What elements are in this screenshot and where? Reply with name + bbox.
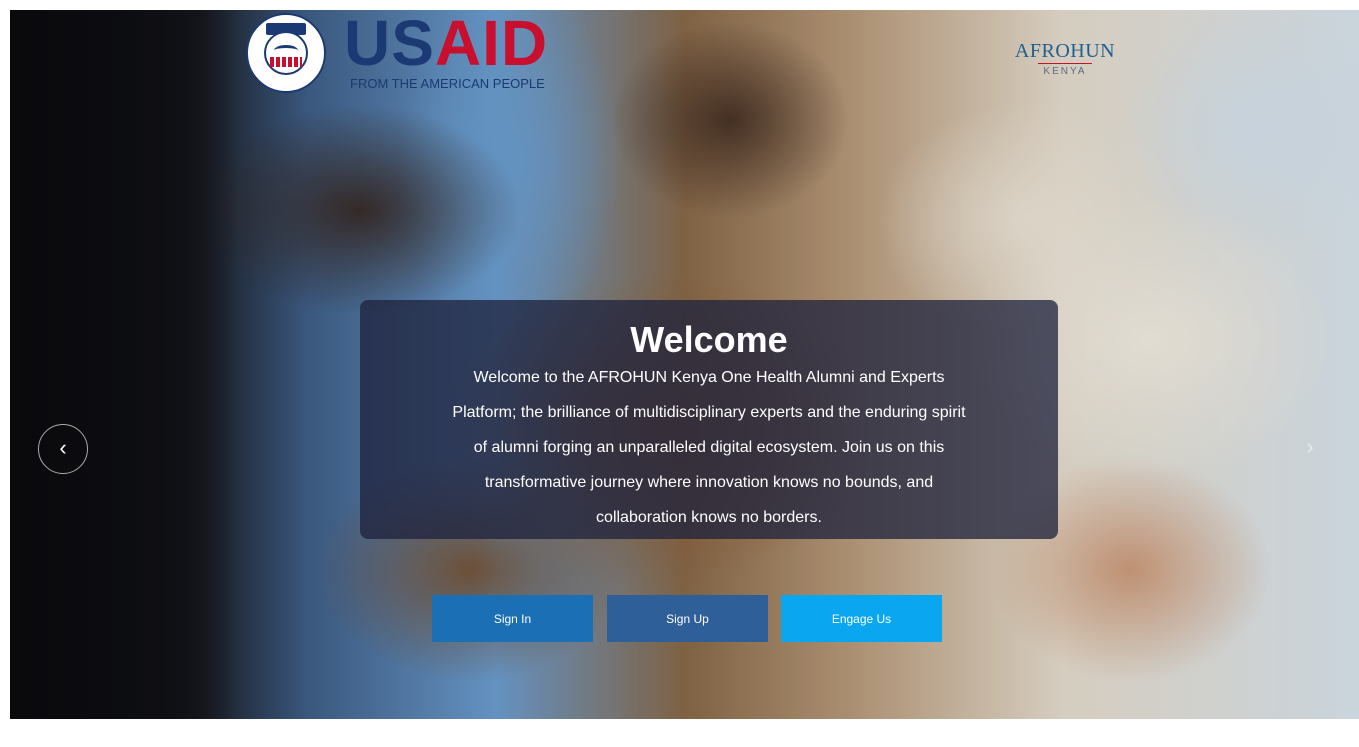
- afrohun-country: KENYA: [1043, 66, 1087, 77]
- welcome-title: Welcome: [630, 319, 788, 360]
- afrohun-logo: AFROHUN KENYA: [1010, 40, 1120, 90]
- afrohun-wordmark: AFROHUN: [1014, 40, 1116, 62]
- usaid-wordmark: USAID: [344, 10, 548, 79]
- welcome-line: transformative journey where innovation …: [484, 474, 934, 491]
- chevron-right-icon: ›: [1306, 434, 1314, 459]
- welcome-line: collaboration knows no borders.: [596, 509, 822, 526]
- afrohun-divider: [1038, 63, 1092, 64]
- usaid-seal-icon: [246, 13, 326, 93]
- hero-slide: USAID FROM THE AMERICAN PEOPLE AFROHUN K…: [10, 10, 1359, 719]
- usaid-logo: USAID FROM THE AMERICAN PEOPLE: [246, 10, 556, 97]
- usaid-wordmark-aid: AID: [434, 10, 549, 79]
- sign-up-button[interactable]: Sign Up: [607, 595, 768, 642]
- welcome-line: of alumni forging an unparalleled digita…: [473, 439, 945, 456]
- carousel-prev-button[interactable]: ‹: [38, 424, 88, 474]
- usaid-tagline: FROM THE AMERICAN PEOPLE: [350, 76, 545, 91]
- welcome-line: Welcome to the AFROHUN Kenya One Health …: [473, 369, 945, 386]
- usaid-seal-stripes: [270, 57, 302, 67]
- usaid-wordmark-us: US: [344, 10, 435, 79]
- sign-in-button[interactable]: Sign In: [432, 595, 593, 642]
- handshake-icon: [274, 45, 298, 56]
- carousel-next-button[interactable]: ›: [1290, 424, 1330, 474]
- welcome-text: Welcome to the AFROHUN Kenya One Health …: [420, 360, 998, 535]
- chevron-left-icon: ‹: [59, 435, 67, 460]
- welcome-line: Platform; the brilliance of multidiscipl…: [452, 404, 966, 421]
- welcome-card: Welcome Welcome to the AFROHUN Kenya One…: [360, 300, 1058, 539]
- engage-us-button[interactable]: Engage Us: [781, 595, 942, 642]
